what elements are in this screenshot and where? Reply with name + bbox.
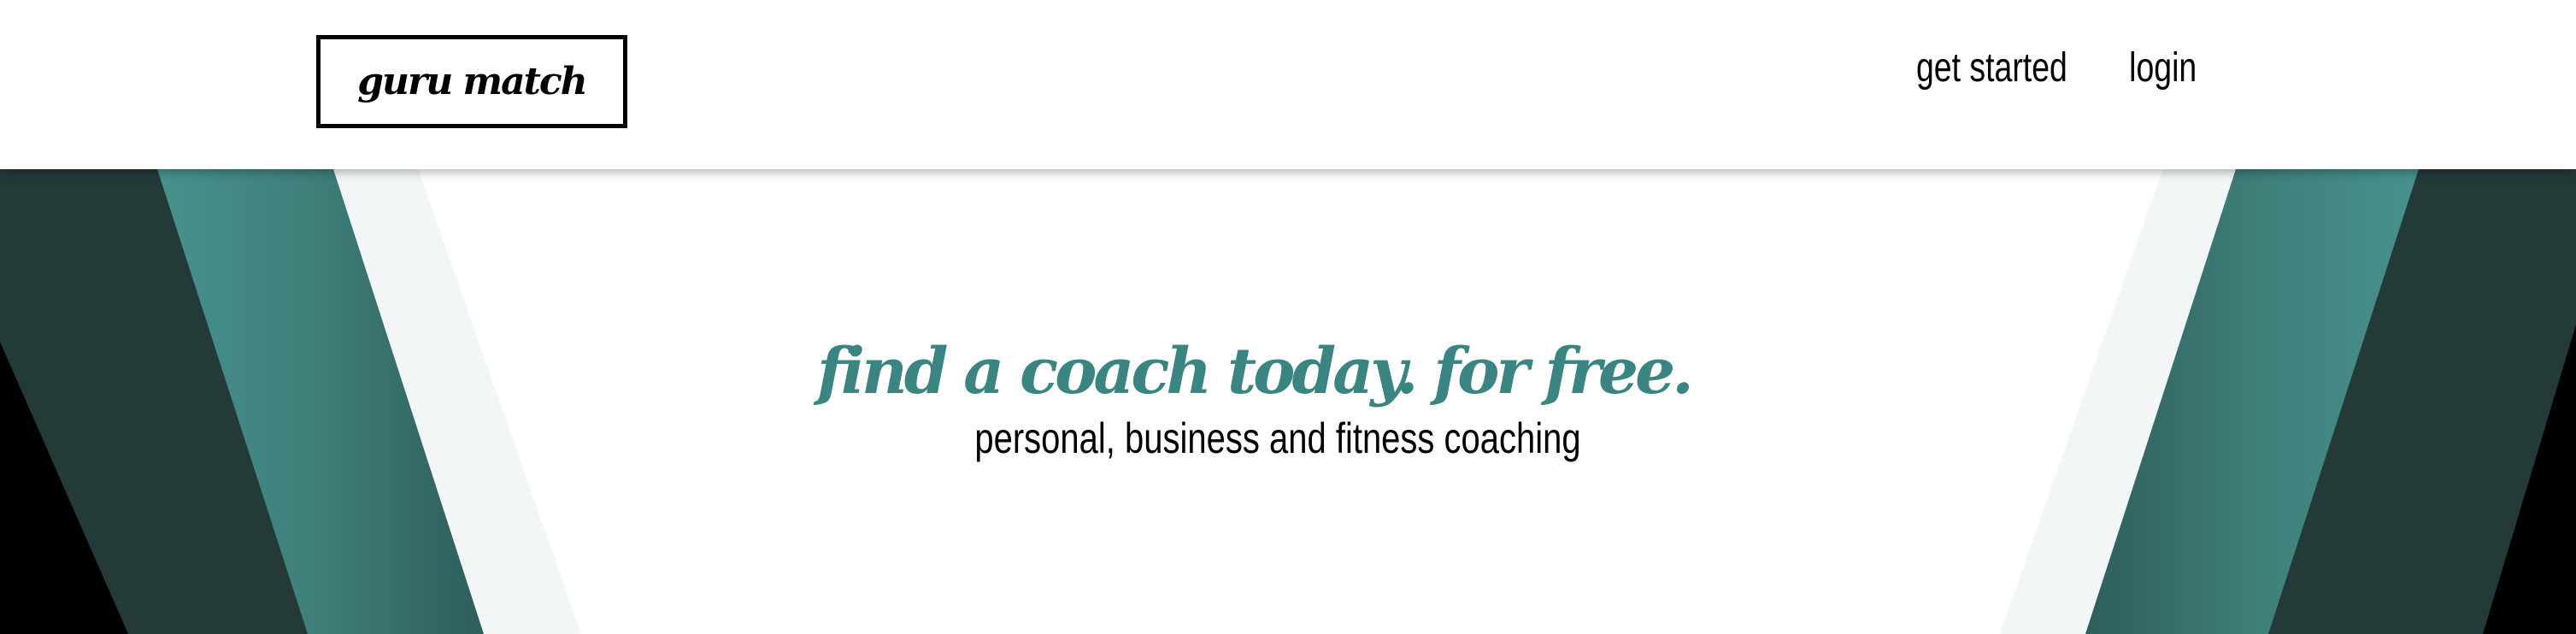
header-nav: get started login	[1895, 48, 2206, 89]
nav-get-started-link[interactable]: get started	[1916, 48, 2067, 89]
hero-subtitle: personal, business and fitness coaching	[974, 414, 1581, 463]
logo-text: guru match	[357, 60, 587, 103]
hero-title: find a coach today. for free.	[817, 335, 1694, 408]
nav-login-link[interactable]: login	[2129, 48, 2197, 89]
hero-content: find a coach today. for free. personal, …	[0, 335, 2576, 463]
site-header: guru match get started login	[0, 0, 2576, 169]
landing-page: find a coach today. for free. personal, …	[0, 0, 2576, 634]
logo-link[interactable]: guru match	[316, 35, 627, 128]
